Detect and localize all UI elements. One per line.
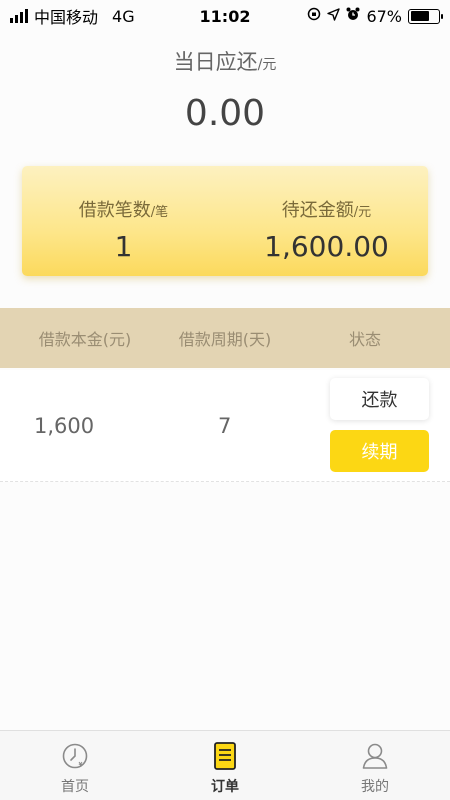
pending-amount-label-row: 待还金额/元 (225, 196, 428, 222)
loan-summary-card: 借款笔数/笔 1 待还金额/元 1,600.00 (22, 166, 428, 276)
due-today-title: 当日应还/元 (0, 46, 450, 76)
tab-profile[interactable]: 我的 (300, 731, 450, 800)
pending-amount-section: 待还金额/元 1,600.00 (225, 166, 428, 276)
due-today-label: 当日应还 (173, 50, 258, 74)
loan-count-label: 借款笔数 (78, 200, 151, 221)
status-left: 中国移动 4G (10, 4, 135, 28)
column-header-status: 状态 (348, 330, 381, 349)
tab-home-label: 首页 (61, 779, 89, 795)
signal-strength-icon (10, 9, 28, 23)
repay-button[interactable]: 还款 (330, 378, 429, 420)
battery-fill (410, 11, 429, 21)
alarm-clock-icon (346, 7, 360, 25)
bottom-tab-bar: 首页 订单 我的 (0, 730, 450, 800)
loan-period-cell: 7 (218, 414, 232, 438)
column-header-period: 借款周期(天) (178, 330, 272, 349)
loan-count-value: 1 (114, 230, 133, 263)
order-document-icon (214, 742, 236, 770)
loan-count-unit: /笔 (150, 205, 169, 220)
status-right: 67% (307, 6, 443, 26)
user-profile-icon (362, 743, 388, 769)
rotation-lock-icon (307, 7, 321, 25)
tab-home[interactable]: 首页 (0, 731, 150, 800)
loan-principal-cell: 1,600 (34, 414, 95, 438)
loan-count-label-row: 借款笔数/笔 (22, 196, 225, 222)
tab-orders-label: 订单 (211, 779, 239, 795)
location-arrow-icon (327, 7, 341, 25)
pending-amount-label: 待还金额 (281, 200, 354, 221)
pending-amount-unit: /元 (353, 205, 372, 220)
due-today-amount: 0.00 (184, 93, 266, 134)
column-header-principal: 借款本金(元) (38, 330, 132, 349)
battery-icon (408, 8, 443, 24)
tab-profile-label: 我的 (361, 779, 389, 795)
pending-amount-value: 1,600.00 (264, 230, 389, 263)
network-type: 4G (112, 6, 135, 26)
home-clock-icon (62, 743, 88, 769)
tab-orders[interactable]: 订单 (150, 731, 300, 800)
status-bar: 中国移动 4G 11:02 67% (0, 0, 450, 32)
renew-button[interactable]: 续期 (330, 430, 429, 472)
loan-count-section: 借款笔数/笔 1 (22, 166, 225, 276)
battery-percent: 67% (366, 6, 402, 26)
loan-table-header: 借款本金(元) 借款周期(天) 状态 (0, 308, 450, 368)
table-row: 1,600 7 还款 续期 (0, 370, 450, 482)
carrier-name: 中国移动 (34, 8, 99, 27)
due-today-unit: /元 (257, 57, 277, 73)
